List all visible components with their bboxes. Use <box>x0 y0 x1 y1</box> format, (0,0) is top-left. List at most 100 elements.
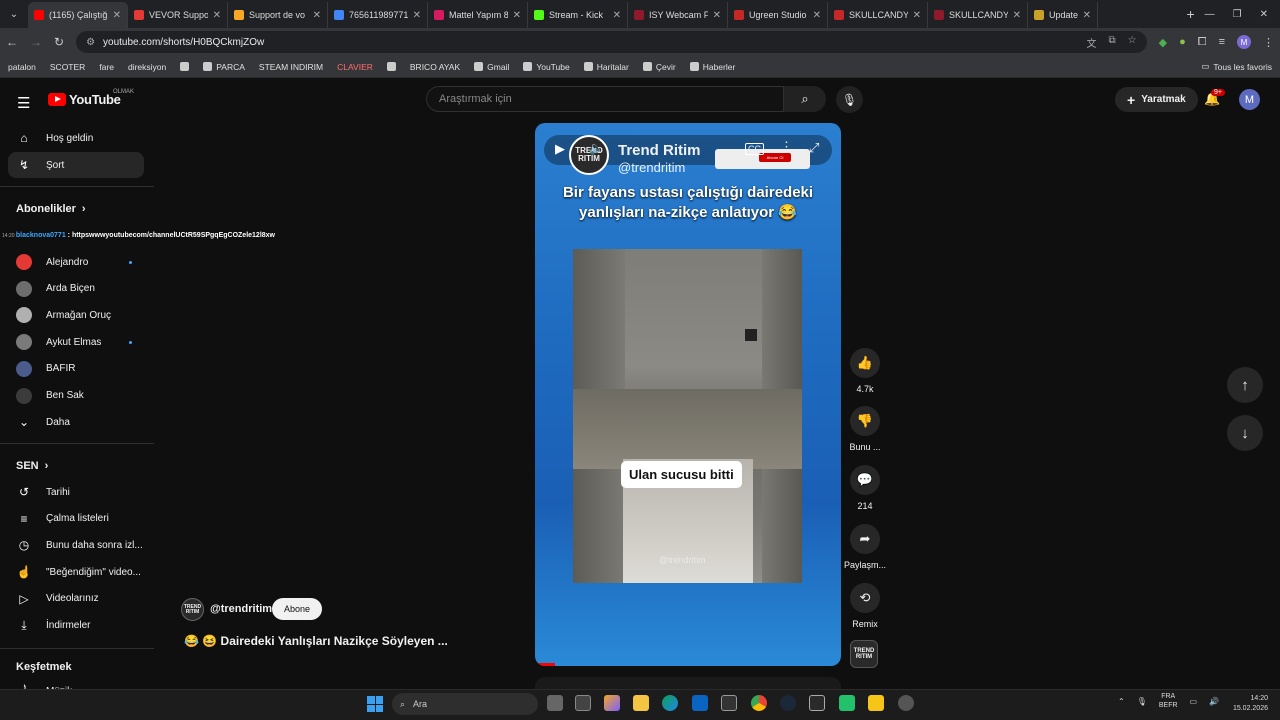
youtube-logo[interactable]: YouTube OLMAK <box>48 89 134 107</box>
bookmark-item[interactable]: SCOTER <box>50 62 85 72</box>
tab-close-icon[interactable]: ✕ <box>813 10 821 21</box>
captions-icon[interactable]: CC <box>745 143 764 155</box>
steam-icon[interactable] <box>780 695 796 711</box>
bookmark-item[interactable]: Haritalar <box>583 62 629 72</box>
app-icon[interactable] <box>839 695 855 711</box>
volume-icon[interactable]: 🔈 <box>589 141 604 155</box>
browser-tab[interactable]: Ugreen Studio ✕ <box>728 2 828 28</box>
new-tab-button[interactable]: + <box>1176 6 1204 22</box>
like-icon[interactable]: 👍 <box>850 348 880 378</box>
sidebar-item[interactable]: Armağan Oruç <box>8 302 144 328</box>
search-input[interactable]: Araştırmak için <box>426 86 784 112</box>
tab-close-icon[interactable]: ✕ <box>513 10 521 21</box>
browser-tab[interactable]: VEVOR Suppo ✕ <box>128 2 228 28</box>
extension-icon[interactable]: ● <box>1179 36 1186 48</box>
browser-tab[interactable]: SKULLCANDY ✕ <box>928 2 1028 28</box>
translate-icon[interactable]: 文 <box>1087 35 1097 50</box>
search-button[interactable]: ⌕ <box>784 86 826 112</box>
reload-icon[interactable]: ↻ <box>54 35 64 49</box>
chrome-icon[interactable] <box>751 695 767 711</box>
volume-icon[interactable]: 🔊 <box>1209 697 1219 706</box>
remix-action[interactable]: ⟲ Remix <box>847 583 883 629</box>
subscribe-button[interactable]: Abone <box>272 598 323 620</box>
subscriptions-heading[interactable]: Abonelikler › <box>16 203 86 215</box>
install-icon[interactable]: ⧉ <box>1109 35 1116 50</box>
sidebar-item[interactable]: Aykut Elmas <box>8 329 144 355</box>
create-button[interactable]: + Yaratmak <box>1115 87 1198 112</box>
widgets-icon[interactable] <box>575 695 591 711</box>
bookmark-item[interactable]: fare <box>99 62 114 72</box>
more-options-icon[interactable]: ⋮ <box>780 139 793 155</box>
back-icon[interactable]: ← <box>6 35 18 49</box>
browser-tab[interactable]: Mattel Yapım 8 ✕ <box>428 2 528 28</box>
browser-menu-icon[interactable]: ⋮ <box>1263 36 1274 49</box>
sidebar-item[interactable]: Alejandro <box>8 249 144 275</box>
channel-avatar[interactable]: TREND RITIM <box>181 598 204 621</box>
share-icon[interactable]: ➦ <box>850 524 880 554</box>
bookmark-item[interactable]: patalon <box>8 62 36 72</box>
browser-tab[interactable]: Stream - Kick ✕ <box>528 2 628 28</box>
extension-icon[interactable]: ◆ <box>1159 36 1167 49</box>
tab-close-icon[interactable]: ✕ <box>613 10 621 21</box>
sidebar-item[interactable]: ⌂ Hoş geldin <box>8 125 144 151</box>
dislike-icon[interactable]: 👎 <box>850 406 880 436</box>
app-icon[interactable] <box>868 695 884 711</box>
bookmark-item[interactable]: PARCA <box>203 62 245 72</box>
comment-icon[interactable]: 💬 <box>850 465 880 495</box>
tab-search-icon[interactable]: ⌄ <box>0 0 28 28</box>
url-omnibox[interactable]: ⚙ youtube.com/shorts/H0BQCkmjZOw 文 ⧉ ☆ <box>76 31 1147 53</box>
site-info-icon[interactable]: ⚙ <box>86 37 95 48</box>
tab-close-icon[interactable]: ✕ <box>413 10 421 21</box>
sidebar-item[interactable]: ☝ "Beğendiğim" video... <box>8 559 144 585</box>
edge-icon[interactable] <box>662 695 678 711</box>
short-title[interactable]: 😂 😆 Dairedeki Yanlışları Nazikçe Söyleye… <box>184 634 448 648</box>
sidebar-item[interactable]: ◷ Bunu daha sonra izl... <box>8 532 144 558</box>
sidebar-item[interactable]: Arda Biçen <box>8 276 144 302</box>
tab-close-icon[interactable]: ✕ <box>713 10 721 21</box>
file-explorer-icon[interactable] <box>633 695 649 711</box>
sidebar-item[interactable]: ↯ Şort <box>8 152 144 178</box>
tray-chevron-icon[interactable]: ⌃ <box>1118 697 1125 706</box>
browser-tab[interactable]: 765611989771 ✕ <box>328 2 428 28</box>
short-video-player[interactable]: TREND RITIM ▶ 🔈 Trend Ritim @trendritim … <box>535 123 841 666</box>
dislike-action[interactable]: 👎 Bunu ... <box>847 406 883 452</box>
copilot-icon[interactable] <box>604 695 620 711</box>
taskbar-search[interactable]: ⌕ Ara <box>392 693 538 715</box>
browser-tab[interactable]: ISY Webcam F ✕ <box>628 2 728 28</box>
tab-close-icon[interactable]: ✕ <box>113 10 121 21</box>
sidebar-item[interactable]: BAFIR <box>8 356 144 382</box>
extensions-puzzle-icon[interactable]: ⧠ <box>1198 36 1207 49</box>
remix-icon[interactable]: ⟲ <box>850 583 880 613</box>
channel-handle-link[interactable]: @trendritim <box>210 603 272 615</box>
comment-action[interactable]: 💬 214 <box>847 465 883 511</box>
voice-search-button[interactable]: 🎙 <box>836 86 863 113</box>
restore-icon[interactable]: ❐ <box>1233 9 1242 20</box>
close-window-icon[interactable]: ✕ <box>1260 9 1268 20</box>
tab-close-icon[interactable]: ✕ <box>1083 10 1091 21</box>
epic-games-icon[interactable] <box>809 695 825 711</box>
forward-icon[interactable]: → <box>30 35 42 49</box>
bookmark-item[interactable]: Haberler <box>689 62 735 72</box>
sidebar-item[interactable]: ↺ Tarihi <box>8 479 144 505</box>
channel-thumbnail[interactable]: TREND RITIM <box>850 640 878 668</box>
bookmark-star-icon[interactable]: ☆ <box>1128 35 1137 50</box>
language-indicator[interactable]: FRA BEFR <box>1159 692 1178 710</box>
tab-close-icon[interactable]: ✕ <box>1013 10 1021 21</box>
app-icon[interactable] <box>721 695 737 711</box>
tab-close-icon[interactable]: ✕ <box>313 10 321 21</box>
browser-tab[interactable]: Update ✕ <box>1028 2 1098 28</box>
sidebar-item[interactable]: ⌄ Daha <box>8 409 144 435</box>
you-heading[interactable]: SEN › <box>16 460 48 472</box>
bookmark-item[interactable]: direksiyon <box>128 62 166 72</box>
next-short-button[interactable]: ↓ <box>1227 415 1263 451</box>
app-icon[interactable] <box>898 695 914 711</box>
bookmark-item[interactable] <box>180 62 190 71</box>
menu-icon[interactable]: ☰ <box>17 94 30 112</box>
browser-tab[interactable]: SKULLCANDY ✕ <box>828 2 928 28</box>
sidebar-item[interactable]: ▷ Videolarınız <box>8 586 144 612</box>
like-action[interactable]: 👍 4.7k <box>847 348 883 394</box>
share-action[interactable]: ➦ Paylaşm... <box>844 524 886 570</box>
windows-start-icon[interactable] <box>367 696 383 712</box>
clock[interactable]: 14:20 15.02.2026 <box>1228 694 1268 714</box>
bookmark-item[interactable]: Gmail <box>474 62 509 72</box>
